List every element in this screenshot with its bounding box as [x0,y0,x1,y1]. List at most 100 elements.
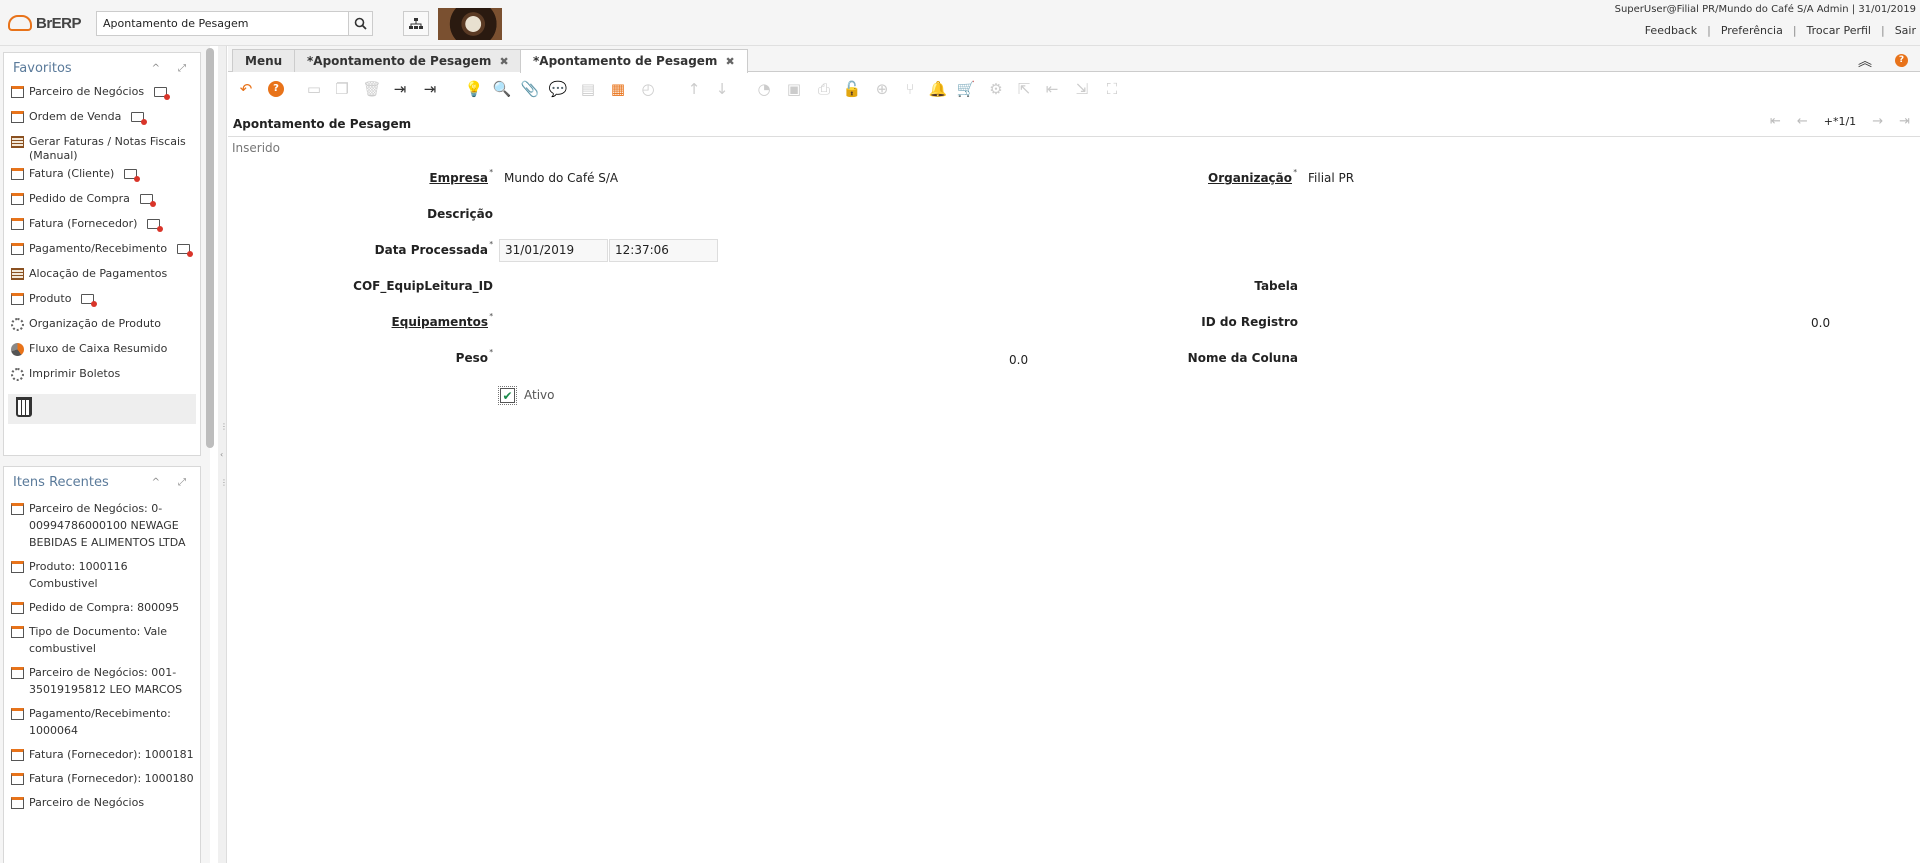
data-processada-time[interactable]: 12:37:06 [609,239,718,262]
panel-splitter[interactable]: ⋮ ‹ ⋮ [218,46,228,863]
favorite-item[interactable]: Pedido de Compra [4,190,200,215]
favorite-item[interactable]: Produto [4,290,200,315]
fullscreen-icon[interactable]: ⛶ [1102,79,1122,99]
zoom-across-icon[interactable]: ⊕ [872,79,892,99]
open-new-window-icon[interactable] [81,294,98,307]
copy-record-icon[interactable]: ❐ [332,79,352,99]
recent-item[interactable]: Tipo de Documento: Vale combustivel [4,620,200,661]
equipamentos-label[interactable]: Equipamentos * [392,312,493,329]
export-icon[interactable]: ⇤ [1042,79,1062,99]
empresa-label[interactable]: Empresa * [429,168,493,185]
peso-value[interactable]: 0.0 [1009,353,1028,367]
favorite-item[interactable]: Fatura (Cliente) [4,165,200,190]
sitemap-icon [409,17,423,29]
expand-icon[interactable]: ⤢ [178,477,186,488]
open-new-window-icon[interactable] [131,112,148,125]
brerp-logo[interactable]: BrERP [8,10,88,36]
menu-tree-button[interactable] [403,11,429,36]
recent-item[interactable]: Parceiro de Negócios: 001-35019195812 LE… [4,661,200,702]
ativo-checkbox[interactable]: ✔ [498,386,517,405]
tab-menu[interactable]: Menu [232,49,296,72]
id-registro-value[interactable]: 0.0 [1811,316,1830,330]
trash-area[interactable] [8,394,196,424]
collapse-header-icon[interactable]: ︽ [1858,51,1872,71]
prev-record-icon[interactable]: ← [1797,114,1808,129]
expand-icon[interactable]: ⤢ [178,63,186,74]
delete-icon[interactable]: 🗑 [362,79,382,99]
favorite-item[interactable]: Imprimir Boletos [4,365,200,390]
tab-apontamento-2[interactable]: *Apontamento de Pesagem ✖ [520,49,748,73]
help-icon[interactable]: ? [1895,54,1908,67]
preferences-link[interactable]: Preferência [1721,24,1783,37]
empresa-value[interactable]: Mundo do Café S/A [504,171,618,185]
favorite-item[interactable]: Gerar Faturas / Notas Fiscais (Manual) [4,133,200,165]
chat-icon[interactable]: 💬 [548,79,568,99]
organizacao-label[interactable]: Organização * [1208,168,1297,185]
favorite-item[interactable]: Alocação de Pagamentos [4,265,200,290]
save-icon[interactable]: ⇥ [390,79,410,99]
organizacao-value[interactable]: Filial PR [1308,171,1354,185]
open-new-window-icon[interactable] [147,219,164,232]
favorite-item[interactable]: Ordem de Venda [4,108,200,133]
logout-link[interactable]: Sair [1895,24,1916,37]
favorite-item[interactable]: Fluxo de Caixa Resumido [4,340,200,365]
favorite-item[interactable]: Parceiro de Negócios [4,83,200,108]
previous-record-icon[interactable]: ↑ [684,79,704,99]
recent-item[interactable]: Fatura (Fornecedor): 1000181 [4,743,200,767]
favorite-item[interactable]: Organização de Produto [4,315,200,340]
new-record-icon[interactable]: ▭ [304,79,324,99]
requests-icon[interactable]: 🔔 [928,79,948,99]
favorite-item[interactable]: Fatura (Fornecedor) [4,215,200,240]
print-icon[interactable]: ⎙ [814,79,834,99]
collapse-icon[interactable]: ^ [152,477,160,488]
recent-item[interactable]: Parceiro de Negócios [4,791,200,815]
close-icon[interactable]: ✖ [499,55,508,68]
recent-item[interactable]: Pagamento/Recebimento: 1000064 [4,702,200,743]
attachment-icon[interactable]: 📎 [520,79,540,99]
open-new-window-icon[interactable] [139,194,156,207]
archive-icon[interactable]: ▤ [578,79,598,99]
open-new-window-icon[interactable] [177,244,194,257]
next-record-icon[interactable]: ↓ [712,79,732,99]
open-new-window-icon[interactable] [154,87,171,100]
close-icon[interactable]: ✖ [725,55,734,68]
lock-icon[interactable]: 🔓 [842,79,862,99]
feedback-link[interactable]: Feedback [1645,24,1697,37]
recent-item[interactable]: Parceiro de Negócios: 0-00994786000100 N… [4,497,200,555]
find-icon[interactable]: 🔍 [492,79,512,99]
report-icon[interactable]: ◔ [754,79,774,99]
undo-icon[interactable]: ↶ [236,79,256,99]
search-button[interactable] [348,12,372,35]
left-scrollbar[interactable] [206,48,214,448]
workflow-icon[interactable]: ⑂ [900,79,920,99]
search-input[interactable] [97,12,348,35]
save-new-icon[interactable]: ⇥ [420,79,440,99]
window-icon [11,193,24,205]
recent-item[interactable]: Fatura (Fornecedor): 1000180 [4,767,200,791]
favorite-item[interactable]: Pagamento/Recebimento [4,240,200,265]
favorite-item-label: Produto [29,292,72,305]
product-info-icon[interactable]: 🛒 [956,79,976,99]
recent-item[interactable]: Produto: 1000116 Combustivel [4,555,200,596]
collapse-icon[interactable]: ^ [152,63,160,74]
window-icon [11,561,24,573]
change-role-link[interactable]: Trocar Perfil [1807,24,1871,37]
open-new-window-icon[interactable] [124,169,141,182]
exit-icon[interactable]: ⇱ [1014,79,1034,99]
window-icon [11,708,24,720]
process-icon[interactable]: ⚙ [986,79,1006,99]
archived-docs-icon[interactable]: ▣ [784,79,804,99]
tab-apontamento-1[interactable]: *Apontamento de Pesagem ✖ [294,49,522,72]
import-icon[interactable]: ⇲ [1072,79,1092,99]
next-record-icon[interactable]: → [1872,114,1883,129]
history-icon[interactable]: ◴ [638,79,658,99]
first-record-icon[interactable]: ⇤ [1770,114,1781,129]
equip-leitura-label: COF_EquipLeitura_ID [353,279,493,293]
help-icon[interactable]: ? [266,79,286,99]
recent-item[interactable]: Pedido de Compra: 800095 [4,596,200,620]
last-record-icon[interactable]: ⇥ [1899,114,1910,129]
data-processada-date[interactable]: 31/01/2019 [499,239,608,262]
favorite-item-label: Alocação de Pagamentos [29,267,168,280]
grid-toggle-icon[interactable]: ▦ [608,79,628,99]
hint-icon[interactable]: 💡 [464,79,484,99]
